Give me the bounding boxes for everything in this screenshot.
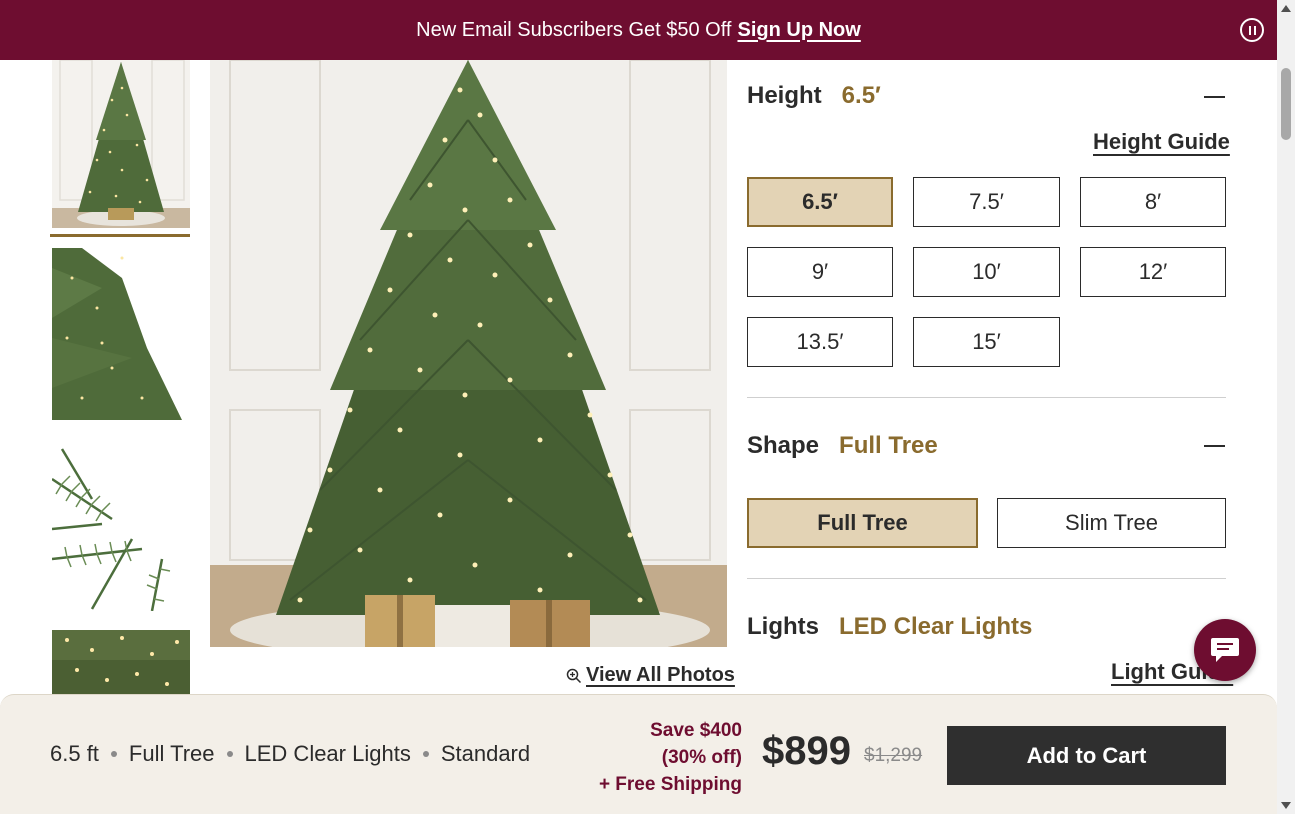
thumbnail-active-indicator <box>50 234 190 237</box>
view-all-photos-link[interactable]: View All Photos <box>566 664 735 687</box>
height-option-9[interactable]: 9′ <box>747 247 893 297</box>
thumbnail-branch-closeup[interactable] <box>52 439 190 611</box>
savings-percent: (30% off) <box>661 747 742 768</box>
section-divider <box>747 578 1226 579</box>
summary-lights: LED Clear Lights <box>244 741 411 766</box>
add-to-cart-button[interactable]: Add to Cart <box>947 726 1226 785</box>
height-collapse-icon[interactable] <box>1204 96 1225 98</box>
chat-button[interactable] <box>1194 619 1256 681</box>
sale-price: $899 <box>762 729 851 773</box>
shape-collapse-icon[interactable] <box>1204 445 1225 447</box>
shape-option-slim-tree[interactable]: Slim Tree <box>997 498 1226 548</box>
section-divider <box>747 397 1226 398</box>
scrollbar-thumb[interactable] <box>1281 68 1291 140</box>
savings-info: Save $400 (30% off) + Free Shipping <box>590 717 742 798</box>
shape-selected-value: Full Tree <box>839 432 938 459</box>
thumbnail-tree-full[interactable] <box>52 60 190 228</box>
shape-header[interactable]: Shape Full Tree <box>747 432 938 460</box>
lights-header[interactable]: Lights LED Clear Lights <box>747 613 1032 641</box>
height-option-15[interactable]: 15′ <box>913 317 1060 367</box>
free-shipping: + Free Shipping <box>598 774 742 795</box>
height-option-10[interactable]: 10′ <box>913 247 1060 297</box>
height-option-6-5[interactable]: 6.5′ <box>747 177 893 227</box>
savings-amount: Save $400 <box>650 720 742 741</box>
main-product-image[interactable] <box>210 60 727 647</box>
separator-dot <box>110 751 117 757</box>
sticky-cart-bar: 6.5 ft Full Tree LED Clear Lights Standa… <box>0 694 1277 814</box>
summary-type: Standard <box>440 741 531 766</box>
chat-bubble-icon <box>1211 638 1239 662</box>
shape-option-full-tree[interactable]: Full Tree <box>747 498 978 548</box>
thumbnail-tree-side[interactable] <box>52 248 190 420</box>
summary-height: 6.5 ft <box>50 741 99 766</box>
page-scrollbar[interactable] <box>1277 0 1295 814</box>
height-option-12[interactable]: 12′ <box>1080 247 1226 297</box>
promo-banner: New Email Subscribers Get $50 Off Sign U… <box>0 0 1277 60</box>
scroll-up-arrow-icon[interactable] <box>1281 5 1291 12</box>
original-price: $1,299 <box>864 745 923 766</box>
height-header[interactable]: Height 6.5′ <box>747 82 881 110</box>
pause-icon[interactable] <box>1240 18 1264 42</box>
zoom-icon <box>566 668 582 683</box>
lights-label: Lights <box>747 613 819 640</box>
height-option-8[interactable]: 8′ <box>1080 177 1226 227</box>
height-selected-value: 6.5′ <box>841 82 881 109</box>
separator-dot <box>226 751 233 757</box>
selection-summary: 6.5 ft Full Tree LED Clear Lights Standa… <box>50 741 530 767</box>
thumbnail-lights-closeup[interactable] <box>52 630 190 694</box>
height-label: Height <box>747 82 822 109</box>
view-all-photos-label: View All Photos <box>586 664 735 686</box>
product-page: New Email Subscribers Get $50 Off Sign U… <box>0 0 1295 814</box>
shape-label: Shape <box>747 432 820 459</box>
sign-up-link[interactable]: Sign Up Now <box>737 19 860 42</box>
scroll-down-arrow-icon[interactable] <box>1281 802 1291 809</box>
separator-dot <box>422 751 429 757</box>
height-option-7-5[interactable]: 7.5′ <box>913 177 1060 227</box>
lights-selected-value: LED Clear Lights <box>839 613 1033 640</box>
promo-text: New Email Subscribers Get $50 Off <box>416 18 732 41</box>
height-guide-link[interactable]: Height Guide <box>1093 129 1230 155</box>
summary-shape: Full Tree <box>128 741 215 766</box>
height-option-13-5[interactable]: 13.5′ <box>747 317 893 367</box>
